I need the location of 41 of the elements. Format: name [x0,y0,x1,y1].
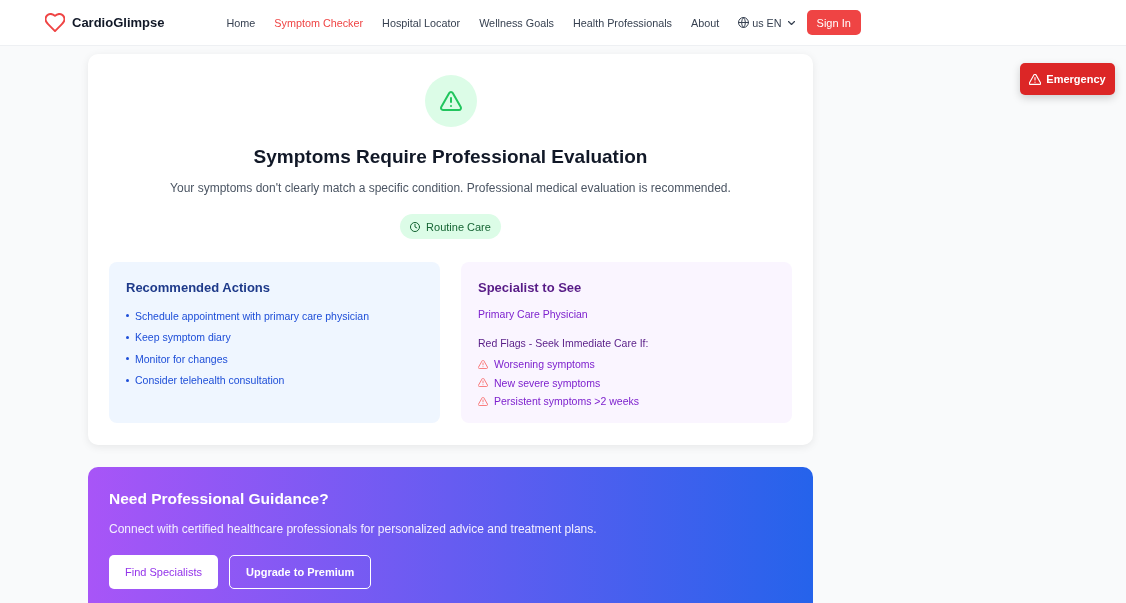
warning-icon [478,396,488,406]
nav-link[interactable]: About [690,16,720,29]
warning-sign-item: New severe symptoms [494,376,601,389]
logo-text: CardioGlimpse [72,15,165,30]
warning-sign-item: Persistent symptoms >2 weeks [494,395,639,408]
heart-icon [45,13,65,32]
action-item: Keep symptom diary [135,331,231,344]
panel-title: Specialist to See [478,279,583,297]
chevron-down-icon [787,20,795,25]
panel-title: Recommended Actions [126,279,271,297]
bullet-icon [126,314,129,318]
bullet-icon [126,335,129,339]
urgency-label: Routine Care [426,220,491,233]
action-item: Consider telehealth consultation [135,374,285,387]
upgrade-button[interactable]: Upgrade to Premium [229,555,372,589]
warning-signs-heading: Red Flags - Seek Immediate Care If: [478,336,650,350]
specialist-name: Primary Care Physician [478,307,589,321]
result-title: Symptoms Require Professional Evaluation [253,145,648,169]
find-specialists-button[interactable]: Find Specialists [109,555,219,589]
nav-link[interactable]: Home [226,16,256,29]
banner-title: Need Professional Guidance? [109,489,330,509]
action-item: Schedule appointment with primary care physician [135,309,370,322]
nav-link[interactable]: Wellness Goals [479,16,554,29]
clock-icon [410,221,421,232]
nav-link[interactable]: Hospital Locator [382,16,461,29]
nav-link[interactable]: Health Professionals [572,16,672,29]
emergency-button[interactable]: Emergency [1020,63,1115,95]
action-item: Monitor for changes [135,352,228,365]
globe-icon [738,17,750,28]
language-selector[interactable]: us EN [738,16,795,29]
sign-in-button[interactable]: Sign In [806,10,861,35]
bullet-icon [126,357,129,361]
banner-text: Connect with certified healthcare professionals for personalized advice and treatment plans. [109,521,598,537]
warning-icon [478,378,488,388]
warning-icon [478,359,488,369]
warning-icon [1029,73,1042,85]
warning-sign-item: Worsening symptoms [494,358,595,371]
result-description: Your symptoms don't clearly match a specific condition. Professional medical evaluation is recommended. [170,180,731,197]
bullet-icon [126,378,129,382]
nav-link[interactable]: Symptom Checker [274,16,364,29]
warning-icon [424,75,477,127]
